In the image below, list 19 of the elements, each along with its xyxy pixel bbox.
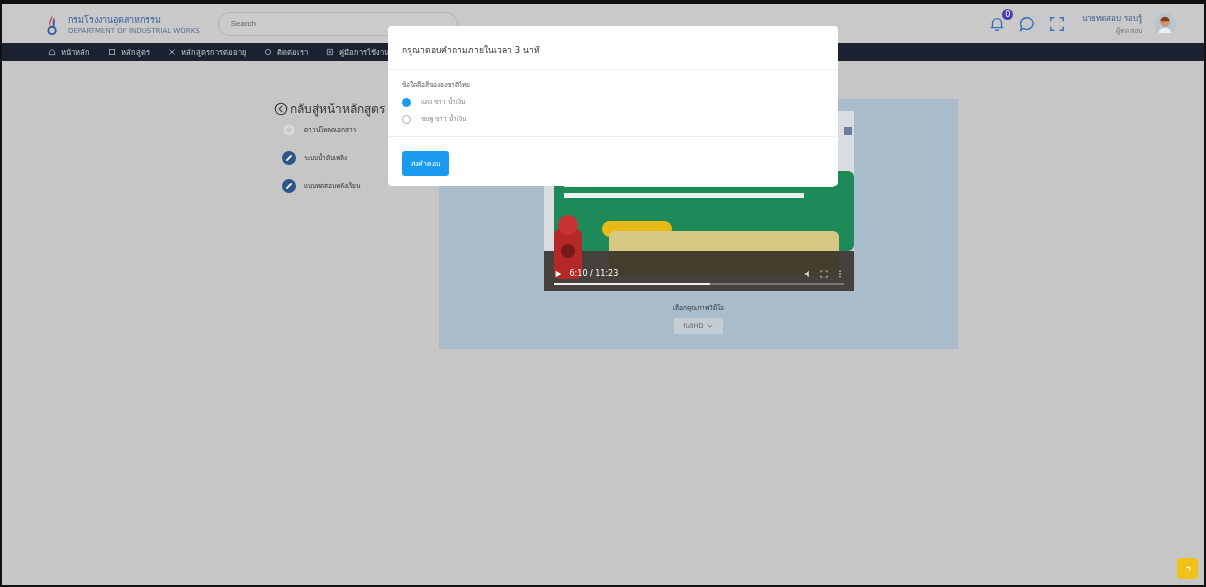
avatar-icon[interactable]: [1154, 12, 1176, 35]
play-icon[interactable]: [553, 269, 562, 278]
cross-icon: [168, 48, 176, 56]
square-icon: [108, 48, 116, 56]
chevron-icon: [707, 324, 714, 328]
dialog-title: กรุณาตอบคำถามภายในเวลา 3 นาที: [402, 45, 540, 55]
chat-icon[interactable]: [1018, 14, 1037, 33]
home-icon: [48, 48, 56, 56]
logo-title: กรมโรงงานอุตสาหกรรม: [68, 13, 162, 27]
video-time: 6:10 / 11:23: [569, 269, 619, 278]
volume-icon[interactable]: [803, 269, 812, 278]
fullscreen-icon[interactable]: [1048, 14, 1067, 33]
fullscreen-icon[interactable]: [819, 269, 828, 278]
back-icon: [274, 101, 288, 116]
search-field[interactable]: Search: [217, 11, 458, 36]
notification-badge: 0: [1002, 8, 1014, 20]
user-name: นายทดสอบ รอบรู้: [1082, 12, 1142, 25]
chat-icon: [264, 48, 272, 56]
radio-button[interactable]: [402, 97, 411, 107]
